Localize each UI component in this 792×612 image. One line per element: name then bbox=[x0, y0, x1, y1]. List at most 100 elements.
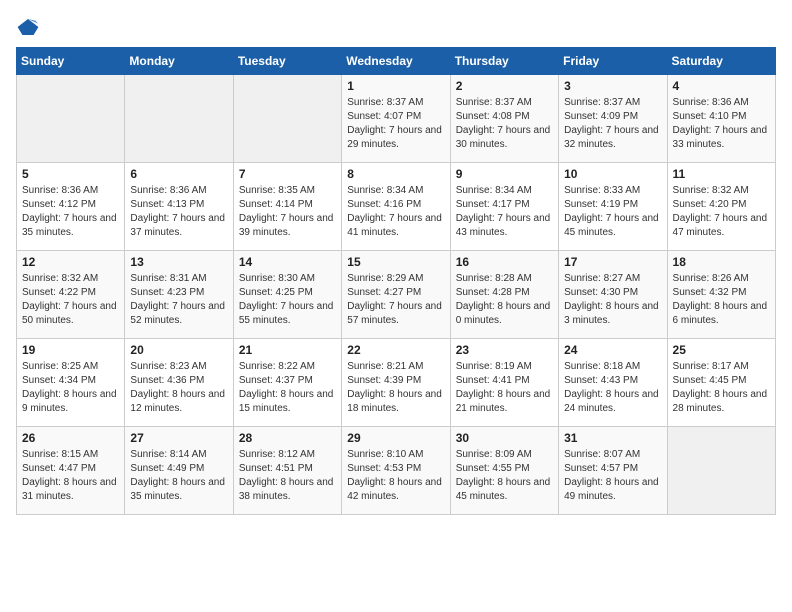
day-info: Sunrise: 8:17 AMSunset: 4:45 PMDaylight:… bbox=[673, 360, 770, 416]
day-number: 23 bbox=[456, 343, 553, 357]
calendar-cell: 16 Sunrise: 8:28 AMSunset: 4:28 PMDayligh… bbox=[450, 251, 558, 339]
col-header-thursday: Thursday bbox=[450, 48, 558, 75]
col-header-sunday: Sunday bbox=[17, 48, 125, 75]
col-header-friday: Friday bbox=[559, 48, 667, 75]
day-number: 12 bbox=[22, 255, 119, 269]
calendar-cell: 7Sunrise: 8:35 AMSunset: 4:14 PMDaylight… bbox=[233, 163, 341, 251]
calendar-cell: 13 Sunrise: 8:31 AMSunset: 4:23 PMDayligh… bbox=[125, 251, 233, 339]
day-info: Sunrise: 8:28 AMSunset: 4:28 PMDaylight:… bbox=[456, 272, 553, 328]
day-number: 15 bbox=[347, 255, 444, 269]
day-info: Sunrise: 8:32 AMSunset: 4:20 PMDaylight:… bbox=[673, 184, 770, 240]
day-info: Sunrise: 8:26 AMSunset: 4:32 PMDaylight:… bbox=[673, 272, 770, 328]
day-number: 14 bbox=[239, 255, 336, 269]
calendar-cell: 5 Sunrise: 8:36 AMSunset: 4:12 PMDaylight… bbox=[17, 163, 125, 251]
day-number: 30 bbox=[456, 431, 553, 445]
day-number: 19 bbox=[22, 343, 119, 357]
calendar-cell: 11 Sunrise: 8:32 AMSunset: 4:20 PMDayligh… bbox=[667, 163, 775, 251]
day-info: Sunrise: 8:19 AMSunset: 4:41 PMDaylight:… bbox=[456, 360, 553, 416]
calendar-cell: 3 Sunrise: 8:37 AMSunset: 4:09 PMDaylight… bbox=[559, 75, 667, 163]
day-info: Sunrise: 8:33 AMSunset: 4:19 PMDaylight:… bbox=[564, 184, 661, 240]
calendar-cell bbox=[233, 75, 341, 163]
calendar-cell bbox=[17, 75, 125, 163]
day-info: Sunrise: 8:29 AMSunset: 4:27 PMDaylight:… bbox=[347, 272, 444, 328]
day-info: Sunrise: 8:18 AMSunset: 4:43 PMDaylight:… bbox=[564, 360, 661, 416]
day-info: Sunrise: 8:32 AMSunset: 4:22 PMDaylight:… bbox=[22, 272, 119, 328]
calendar-cell: 1 Sunrise: 8:37 AMSunset: 4:07 PMDaylight… bbox=[342, 75, 450, 163]
day-info: Sunrise: 8:35 AMSunset: 4:14 PMDaylight:… bbox=[239, 184, 336, 240]
day-info: Sunrise: 8:36 AMSunset: 4:12 PMDaylight:… bbox=[22, 184, 119, 240]
calendar-cell: 4 Sunrise: 8:36 AMSunset: 4:10 PMDaylight… bbox=[667, 75, 775, 163]
day-number: 20 bbox=[130, 343, 227, 357]
col-header-monday: Monday bbox=[125, 48, 233, 75]
day-number: 21 bbox=[239, 343, 336, 357]
day-number: 4 bbox=[673, 79, 770, 93]
calendar-cell: 24Sunrise: 8:18 AMSunset: 4:43 PMDayligh… bbox=[559, 339, 667, 427]
calendar-cell: 30 Sunrise: 8:09 AMSunset: 4:55 PMDayligh… bbox=[450, 427, 558, 515]
calendar-cell: 6Sunrise: 8:36 AMSunset: 4:13 PMDaylight… bbox=[125, 163, 233, 251]
day-number: 9 bbox=[456, 167, 553, 181]
calendar-cell: 22 Sunrise: 8:21 AMSunset: 4:39 PMDayligh… bbox=[342, 339, 450, 427]
calendar-cell: 25Sunrise: 8:17 AMSunset: 4:45 PMDayligh… bbox=[667, 339, 775, 427]
day-info: Sunrise: 8:37 AMSunset: 4:08 PMDaylight:… bbox=[456, 96, 553, 152]
col-header-tuesday: Tuesday bbox=[233, 48, 341, 75]
day-info: Sunrise: 8:21 AMSunset: 4:39 PMDaylight:… bbox=[347, 360, 444, 416]
calendar-cell: 27Sunrise: 8:14 AMSunset: 4:49 PMDayligh… bbox=[125, 427, 233, 515]
calendar-cell: 26 Sunrise: 8:15 AMSunset: 4:47 PMDayligh… bbox=[17, 427, 125, 515]
calendar-table: SundayMondayTuesdayWednesdayThursdayFrid… bbox=[16, 47, 776, 515]
logo bbox=[16, 16, 44, 37]
day-info: Sunrise: 8:14 AMSunset: 4:49 PMDaylight:… bbox=[130, 448, 227, 504]
day-info: Sunrise: 8:15 AMSunset: 4:47 PMDaylight:… bbox=[22, 448, 119, 504]
calendar-cell: 28 Sunrise: 8:12 AMSunset: 4:51 PMDayligh… bbox=[233, 427, 341, 515]
day-number: 18 bbox=[673, 255, 770, 269]
day-info: Sunrise: 8:34 AMSunset: 4:16 PMDaylight:… bbox=[347, 184, 444, 240]
calendar-cell: 8 Sunrise: 8:34 AMSunset: 4:16 PMDaylight… bbox=[342, 163, 450, 251]
logo-icon bbox=[16, 17, 40, 37]
day-number: 11 bbox=[673, 167, 770, 181]
day-info: Sunrise: 8:25 AMSunset: 4:34 PMDaylight:… bbox=[22, 360, 119, 416]
day-number: 5 bbox=[22, 167, 119, 181]
day-number: 26 bbox=[22, 431, 119, 445]
day-info: Sunrise: 8:23 AMSunset: 4:36 PMDaylight:… bbox=[130, 360, 227, 416]
calendar-cell: 9 Sunrise: 8:34 AMSunset: 4:17 PMDaylight… bbox=[450, 163, 558, 251]
day-number: 29 bbox=[347, 431, 444, 445]
day-info: Sunrise: 8:36 AMSunset: 4:13 PMDaylight:… bbox=[130, 184, 227, 240]
day-number: 1 bbox=[347, 79, 444, 93]
calendar-cell: 23 Sunrise: 8:19 AMSunset: 4:41 PMDayligh… bbox=[450, 339, 558, 427]
calendar-cell: 21 Sunrise: 8:22 AMSunset: 4:37 PMDayligh… bbox=[233, 339, 341, 427]
calendar-cell: 2 Sunrise: 8:37 AMSunset: 4:08 PMDaylight… bbox=[450, 75, 558, 163]
col-header-wednesday: Wednesday bbox=[342, 48, 450, 75]
day-number: 16 bbox=[456, 255, 553, 269]
day-info: Sunrise: 8:36 AMSunset: 4:10 PMDaylight:… bbox=[673, 96, 770, 152]
day-number: 2 bbox=[456, 79, 553, 93]
day-info: Sunrise: 8:34 AMSunset: 4:17 PMDaylight:… bbox=[456, 184, 553, 240]
calendar-cell: 20 Sunrise: 8:23 AMSunset: 4:36 PMDayligh… bbox=[125, 339, 233, 427]
calendar-cell: 12 Sunrise: 8:32 AMSunset: 4:22 PMDayligh… bbox=[17, 251, 125, 339]
calendar-cell: 17 Sunrise: 8:27 AMSunset: 4:30 PMDayligh… bbox=[559, 251, 667, 339]
calendar-cell: 19 Sunrise: 8:25 AMSunset: 4:34 PMDayligh… bbox=[17, 339, 125, 427]
day-number: 22 bbox=[347, 343, 444, 357]
day-number: 10 bbox=[564, 167, 661, 181]
day-number: 31 bbox=[564, 431, 661, 445]
day-number: 3 bbox=[564, 79, 661, 93]
day-info: Sunrise: 8:10 AMSunset: 4:53 PMDaylight:… bbox=[347, 448, 444, 504]
day-number: 28 bbox=[239, 431, 336, 445]
calendar-cell: 29 Sunrise: 8:10 AMSunset: 4:53 PMDayligh… bbox=[342, 427, 450, 515]
day-info: Sunrise: 8:12 AMSunset: 4:51 PMDaylight:… bbox=[239, 448, 336, 504]
day-info: Sunrise: 8:09 AMSunset: 4:55 PMDaylight:… bbox=[456, 448, 553, 504]
day-info: Sunrise: 8:31 AMSunset: 4:23 PMDaylight:… bbox=[130, 272, 227, 328]
calendar-cell: 15 Sunrise: 8:29 AMSunset: 4:27 PMDayligh… bbox=[342, 251, 450, 339]
day-info: Sunrise: 8:22 AMSunset: 4:37 PMDaylight:… bbox=[239, 360, 336, 416]
calendar-cell: 18 Sunrise: 8:26 AMSunset: 4:32 PMDayligh… bbox=[667, 251, 775, 339]
day-info: Sunrise: 8:37 AMSunset: 4:09 PMDaylight:… bbox=[564, 96, 661, 152]
day-number: 8 bbox=[347, 167, 444, 181]
day-number: 13 bbox=[130, 255, 227, 269]
day-info: Sunrise: 8:37 AMSunset: 4:07 PMDaylight:… bbox=[347, 96, 444, 152]
calendar-cell bbox=[125, 75, 233, 163]
calendar-cell: 31 Sunrise: 8:07 AMSunset: 4:57 PMDayligh… bbox=[559, 427, 667, 515]
day-info: Sunrise: 8:27 AMSunset: 4:30 PMDaylight:… bbox=[564, 272, 661, 328]
day-info: Sunrise: 8:30 AMSunset: 4:25 PMDaylight:… bbox=[239, 272, 336, 328]
calendar-cell: 10 Sunrise: 8:33 AMSunset: 4:19 PMDayligh… bbox=[559, 163, 667, 251]
day-number: 17 bbox=[564, 255, 661, 269]
day-info: Sunrise: 8:07 AMSunset: 4:57 PMDaylight:… bbox=[564, 448, 661, 504]
calendar-cell: 14 Sunrise: 8:30 AMSunset: 4:25 PMDayligh… bbox=[233, 251, 341, 339]
